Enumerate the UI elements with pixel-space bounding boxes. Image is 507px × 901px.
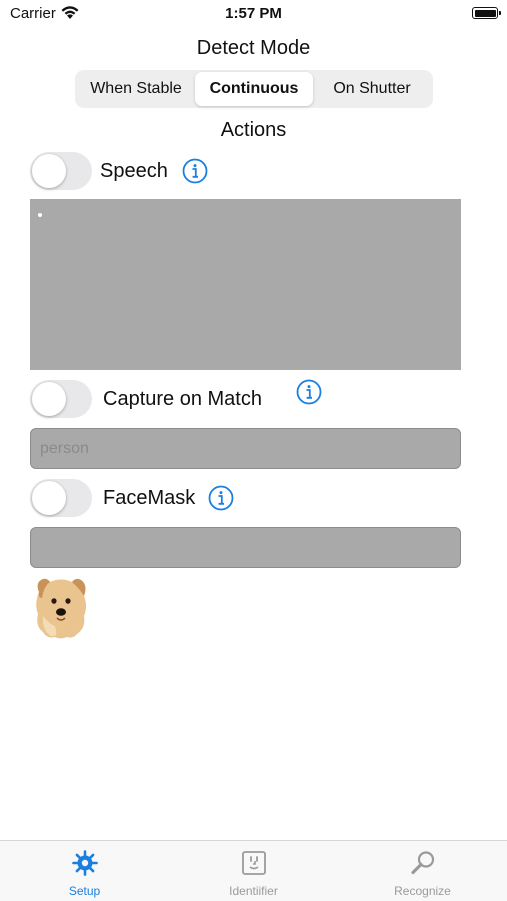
tab-identifier-label: Identiifier	[229, 884, 278, 898]
facemask-label: FaceMask	[103, 487, 196, 509]
capture-on-match-label: Capture on Match	[103, 388, 262, 410]
battery-icon	[472, 7, 501, 19]
segment-continuous[interactable]: Continuous	[195, 72, 313, 106]
tab-setup-label: Setup	[68, 884, 101, 898]
face-id-icon	[242, 851, 266, 875]
magnifier-icon	[411, 851, 435, 875]
capture-on-match-toggle[interactable]	[30, 380, 92, 418]
status-bar: Carrier 1:57 PM	[0, 0, 507, 28]
capture-on-match-info-icon[interactable]	[296, 379, 322, 405]
capture-match-field[interactable]	[30, 428, 461, 469]
speech-toggle[interactable]	[30, 152, 92, 190]
segment-on-shutter[interactable]: On Shutter	[313, 72, 431, 106]
tab-recognize-label: Recognize	[394, 884, 451, 898]
speech-label: Speech	[100, 160, 168, 182]
tab-bar: Setup Identiifier Recognize	[0, 840, 507, 901]
facemask-toggle[interactable]	[30, 479, 92, 517]
clock: 1:57 PM	[225, 5, 282, 22]
segment-when-stable[interactable]: When Stable	[77, 72, 195, 106]
actions-title: Actions	[220, 119, 287, 141]
speech-info-icon[interactable]	[182, 158, 208, 184]
facemask-input[interactable]	[31, 528, 460, 567]
dog-image	[36, 578, 86, 639]
detect-mode-title: Detect Mode	[196, 37, 311, 59]
tab-recognize[interactable]: Recognize	[338, 841, 507, 901]
facemask-field[interactable]	[30, 527, 461, 568]
facemask-info-icon[interactable]	[208, 485, 234, 511]
text-cursor	[38, 213, 42, 217]
tab-setup[interactable]: Setup	[0, 841, 169, 901]
detect-mode-segmented-control[interactable]: When Stable Continuous On Shutter	[75, 70, 433, 108]
tab-identifier[interactable]: Identiifier	[169, 841, 338, 901]
gear-icon	[72, 850, 98, 876]
speech-text-area[interactable]	[30, 199, 461, 370]
capture-match-input[interactable]	[31, 429, 460, 468]
